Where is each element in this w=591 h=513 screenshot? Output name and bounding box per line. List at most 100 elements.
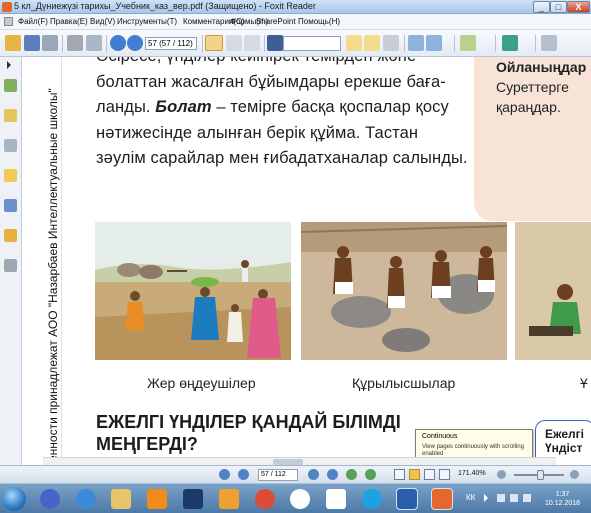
paragraph: Әсіресе, үнділер кейінірек темірден және… <box>96 57 496 172</box>
tooltip-description: View pages continuously with scrolling e… <box>422 444 524 457</box>
horizontal-scrollbar[interactable] <box>43 457 556 465</box>
close-button[interactable]: X <box>567 1 590 13</box>
menu-help[interactable]: Помощь(H) <box>298 17 340 26</box>
heading-line: ЕЖЕЛГІ ҮНДІЛЕР ҚАНДАЙ БІЛІМДІ <box>96 412 401 432</box>
go-forward-icon[interactable] <box>365 469 376 480</box>
next-page-icon[interactable] <box>308 469 319 480</box>
window-title: 5 кл_Дүниежүзі тарихы_Учебник_каз_вер.pd… <box>14 1 316 11</box>
tools-icon[interactable] <box>502 35 518 51</box>
windows-start-icon[interactable] <box>2 487 26 511</box>
network-icon[interactable] <box>497 494 505 502</box>
menu-tools[interactable]: Инструменты(T) <box>117 17 177 26</box>
pages-icon[interactable] <box>4 79 17 92</box>
microphone-icon[interactable] <box>40 489 60 509</box>
print-icon[interactable] <box>67 35 83 51</box>
signature-icon[interactable] <box>4 259 17 272</box>
tray-expand-icon[interactable] <box>484 494 492 502</box>
page-number-input[interactable]: 57 (57 / 112) <box>145 37 197 50</box>
copyright-notice: ённости принадлежат АОО "Назарбаев Интел… <box>46 88 60 462</box>
language-indicator[interactable]: КК <box>466 493 475 502</box>
maximize-button[interactable]: □ <box>550 1 567 13</box>
navigation-panel <box>0 57 22 465</box>
hand-icon[interactable] <box>205 35 223 51</box>
caption-builders: Құрылысшылар <box>352 375 456 391</box>
typewriter-icon[interactable] <box>460 35 476 51</box>
text-line: зәулім сарайлар мен ғибадатханалар салын… <box>96 149 468 167</box>
foxit-pdf-icon[interactable] <box>431 488 453 510</box>
text-line: нәтижесінде алынған берік құйма. Тастан <box>96 123 419 142</box>
media-player-icon[interactable] <box>219 489 239 509</box>
continuous-facing-icon[interactable] <box>439 469 450 480</box>
zoom-in-icon[interactable] <box>570 470 579 479</box>
artisans-illustration <box>515 222 591 360</box>
zoom-level[interactable]: 171.40% <box>458 470 486 477</box>
toolbar-separator <box>495 35 496 52</box>
fit-page-icon[interactable] <box>408 35 424 51</box>
rotate-icon[interactable] <box>426 35 442 51</box>
find-input[interactable] <box>283 36 341 51</box>
app-menu-icon[interactable] <box>4 17 13 26</box>
document-view[interactable]: ённости принадлежат АОО "Назарбаев Интел… <box>22 57 591 465</box>
chrome-icon[interactable] <box>255 489 275 509</box>
menu-bar: Файл(F) Правка(E) Вид(V) Инструменты(T) … <box>0 14 591 30</box>
explorer-folder-icon[interactable] <box>111 489 131 509</box>
mail-icon[interactable] <box>362 489 382 509</box>
text-line-start: ланды. <box>96 98 156 116</box>
snapshot-icon[interactable] <box>244 35 260 51</box>
zoom-out-icon[interactable] <box>497 470 506 479</box>
toolbar-separator <box>106 35 107 52</box>
text-line: Әсіресе, үнділер кейінірек темірден және <box>96 57 496 70</box>
text-line: ланды. Болат – темірге басқа қоспалар қо… <box>96 95 496 121</box>
status-page-input[interactable]: 57 / 112 <box>258 469 298 481</box>
nav-forward-icon[interactable] <box>127 35 143 51</box>
stamp-icon[interactable] <box>383 35 399 51</box>
minimize-button[interactable]: _ <box>533 1 550 13</box>
select-text-icon[interactable] <box>226 35 242 51</box>
first-page-icon[interactable] <box>219 469 230 480</box>
photoshop-icon[interactable] <box>183 489 203 509</box>
word-icon[interactable] <box>396 488 418 510</box>
volume-icon[interactable] <box>510 494 518 502</box>
toolbar: 57 (57 / 112) <box>0 30 591 57</box>
note-icon[interactable] <box>364 35 380 51</box>
internet-explorer-icon[interactable] <box>76 489 96 509</box>
facing-icon[interactable] <box>424 469 435 480</box>
expand-panel-icon[interactable] <box>7 61 15 69</box>
last-page-icon[interactable] <box>327 469 338 480</box>
text-line: болаттан жасалған бұйымдары ерекше баға- <box>96 72 446 91</box>
page-margin: ённости принадлежат АОО "Назарбаев Интел… <box>22 57 62 465</box>
nav-back-icon[interactable] <box>110 35 126 51</box>
menu-sharepoint[interactable]: SharePoint <box>256 17 296 26</box>
foxit-app-icon <box>2 2 12 12</box>
builders-illustration <box>301 222 507 360</box>
comments-icon[interactable] <box>4 169 17 182</box>
menu-view[interactable]: Вид(V) <box>90 17 115 26</box>
attachments-icon[interactable] <box>4 139 17 152</box>
save-icon[interactable] <box>24 35 40 51</box>
scan-icon[interactable] <box>86 35 102 51</box>
vlc-icon[interactable] <box>147 489 167 509</box>
bookmarks-icon[interactable] <box>4 109 17 122</box>
continuous-icon[interactable] <box>409 469 420 480</box>
menu-file[interactable]: Файл(F) <box>18 17 48 26</box>
open-icon[interactable] <box>5 35 21 51</box>
think-text: Суреттерге қараңдар. <box>496 79 569 115</box>
zoom-slider-knob[interactable] <box>537 470 544 480</box>
heading-line: МЕҢГЕРДІ? <box>96 434 198 454</box>
find-icon[interactable] <box>267 35 283 51</box>
highlight-icon[interactable] <box>346 35 362 51</box>
yandex-icon[interactable] <box>290 489 310 509</box>
go-back-icon[interactable] <box>346 469 357 480</box>
previous-page-icon[interactable] <box>238 469 249 480</box>
yandex-browser-icon[interactable] <box>326 489 346 509</box>
layers-icon[interactable] <box>4 199 17 212</box>
toolbar-more-icon[interactable] <box>541 35 557 51</box>
security-icon[interactable] <box>4 229 17 242</box>
single-page-icon[interactable] <box>394 469 405 480</box>
clock[interactable]: 1:37 10.12.2018 <box>545 490 580 508</box>
windows-taskbar: КК 1:37 10.12.2018 <box>0 483 591 513</box>
menu-edit[interactable]: Правка(E) <box>50 17 88 26</box>
save-as-icon[interactable] <box>42 35 58 51</box>
toolbar-separator <box>404 35 405 52</box>
flag-icon[interactable] <box>523 494 531 502</box>
